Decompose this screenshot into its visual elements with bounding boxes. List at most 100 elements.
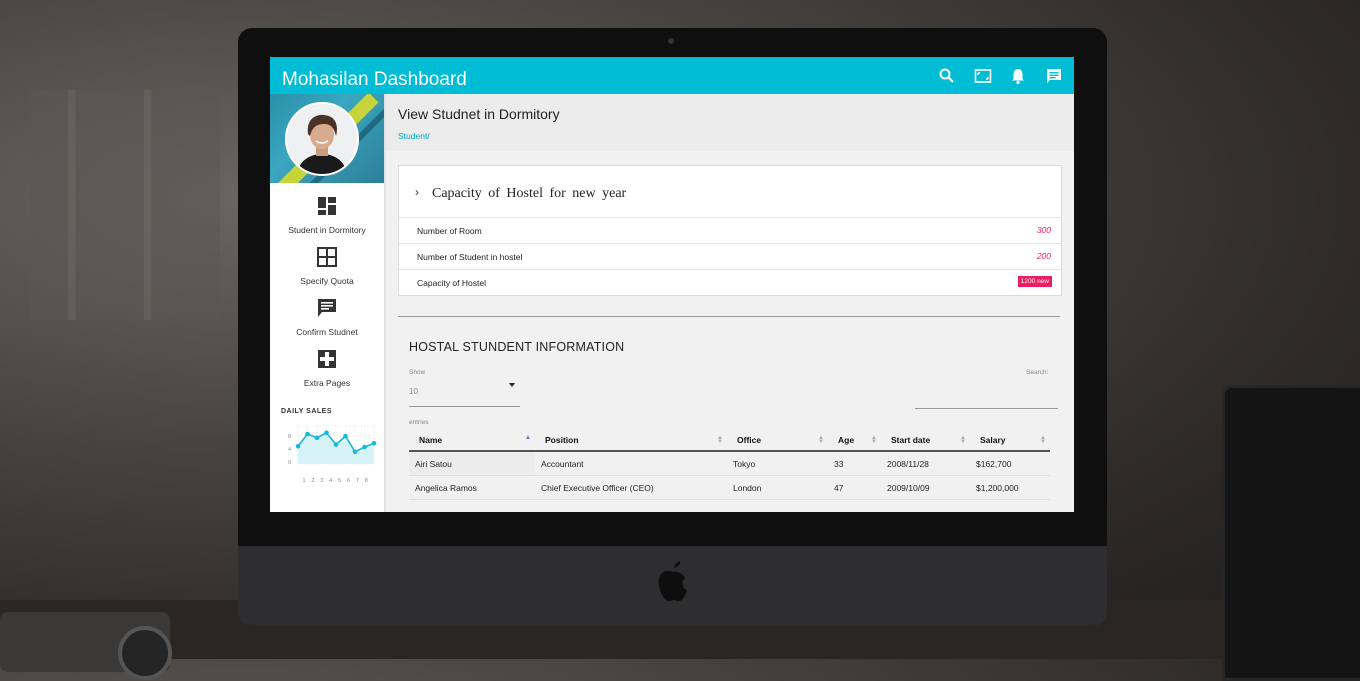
column-header-label: Position [545, 435, 579, 445]
sales-point [343, 433, 348, 439]
bell-icon[interactable] [1009, 67, 1027, 85]
sidebar-item-label: Confirm Studnet [296, 327, 358, 337]
column-header-start-date[interactable]: Start date ▲ ▼ [881, 430, 970, 452]
x-tick-label: 8 [365, 478, 368, 484]
column-header-salary[interactable]: Salary ▲ ▼ [970, 430, 1050, 452]
y-tick-label: 0 [288, 460, 291, 466]
daily-sales-title: DAILY SALES [281, 408, 333, 415]
sidebar-item-label: Specify Quota [300, 276, 354, 286]
sidebar-item-specify-quota[interactable]: Specify Quota [270, 246, 384, 286]
x-tick-label: 5 [338, 478, 341, 484]
column-header-label: Name [419, 435, 443, 445]
comment-icon [318, 299, 336, 317]
sales-point [371, 441, 377, 446]
status-badge: 1200 new [1017, 276, 1052, 287]
user-photo [287, 104, 357, 174]
sort-asc-icon: ▲ [525, 435, 531, 441]
column-header-label: Office [737, 435, 762, 445]
capacity-row: Number of Student in hostel 200 [399, 244, 1061, 270]
x-tick-label: 7 [356, 478, 359, 484]
page-header: View Studnet in Dormitory Student/ [386, 94, 1074, 151]
column-header-label: Age [838, 435, 855, 445]
message-icon[interactable] [1045, 67, 1063, 85]
sales-point [324, 430, 329, 436]
caret-down-icon [509, 383, 515, 387]
table-cell: 33 [828, 451, 881, 476]
main-content: View Studnet in Dormitory Student/ › Cap… [386, 94, 1074, 512]
column-header-name[interactable]: Name ▲ [409, 430, 535, 452]
sales-point [352, 449, 358, 455]
capacity-card: › Capacity of Hostel for new year Number… [398, 165, 1062, 296]
entries-select[interactable]: 10 [409, 379, 520, 407]
sidebar-item-label: Student in Dormitory [288, 225, 366, 235]
table-cell: 2008/11/28 [881, 451, 970, 476]
table-cell: 2009/10/09 [881, 475, 970, 500]
entries-label: entries [409, 419, 429, 426]
apple-logo-icon [658, 561, 687, 602]
entries-select-value: 10 [409, 387, 418, 396]
column-header-label: Salary [980, 435, 1006, 445]
search-icon[interactable] [938, 67, 956, 85]
daily-sales-chart: 8401 2 3 4 5 6 7 8 [288, 425, 377, 484]
column-header-position[interactable]: Position ▲ ▼ [535, 430, 727, 452]
background-window [30, 90, 220, 320]
table-cell: Tokyo [727, 451, 828, 476]
table-header-row: Name ▲ Position ▲ ▼ Office ▲ ▼ Age ▲ ▼ Start da… [409, 430, 1050, 452]
sales-point [362, 444, 367, 450]
capacity-row-value: 300 [1036, 225, 1051, 235]
capacity-row-value: 200 [1036, 251, 1051, 261]
show-entries-label: Show [409, 369, 426, 376]
top-app-bar: Mohasilan Dashboard [270, 57, 1074, 94]
capacity-card-title: Capacity of Hostel for new year [432, 186, 627, 201]
capacity-row: Number of Room 300 [399, 218, 1061, 244]
y-tick-label: 8 [288, 434, 291, 440]
table-row[interactable]: Angelica Ramos Chief Executive Officer (… [409, 475, 1050, 500]
sort-icon: ▲ ▼ [818, 435, 824, 445]
sidebar: Student in Dormitory Specify Quota Confi… [270, 94, 386, 512]
sidebar-item-confirm-studnet[interactable]: Confirm Studnet [270, 297, 384, 337]
search-input[interactable] [915, 394, 1058, 409]
dashboard-icon [318, 197, 336, 215]
dashboard-screen: Mohasilan Dashboard Student in Dormitory… [270, 57, 1074, 512]
capacity-card-header[interactable]: › Capacity of Hostel for new year [399, 166, 1061, 218]
breadcrumb[interactable]: Student/ [398, 131, 430, 141]
table-cell: London [727, 475, 828, 500]
background-laptop [1222, 385, 1360, 681]
sort-icon: ▲ ▼ [960, 435, 966, 445]
imac-webcam [668, 38, 674, 44]
students-table: Name ▲ Position ▲ ▼ Office ▲ ▼ Age ▲ ▼ Start da… [409, 430, 1050, 500]
sidebar-item-extra-pages[interactable]: Extra Pages [270, 348, 384, 388]
background-camera [0, 612, 172, 680]
sidebar-item-label: Extra Pages [303, 378, 351, 388]
avatar[interactable] [285, 102, 359, 176]
x-tick-label: 6 [347, 478, 350, 484]
capacity-row-label: Number of Room [417, 226, 482, 236]
x-tick-label: 3 [320, 478, 323, 484]
table-cell: Airi Satou [409, 451, 535, 476]
y-tick-label: 4 [288, 447, 291, 453]
column-header-age[interactable]: Age ▲ ▼ [828, 430, 881, 452]
column-header-label: Start date [891, 435, 931, 445]
table-cell: Accountant [535, 451, 727, 476]
fullscreen-icon[interactable] [974, 67, 992, 85]
table-cell: $162,700 [970, 451, 1050, 476]
x-tick-label: 4 [329, 478, 332, 484]
capacity-row: Capacity of Hostel 1200 new [399, 270, 1061, 295]
table-cell: Chief Executive Officer (CEO) [535, 475, 727, 500]
grid-icon [317, 247, 337, 267]
table-cell: 47 [828, 475, 881, 500]
x-tick-label: 2 [311, 478, 314, 484]
table-row[interactable]: Airi Satou Accountant Tokyo 33 2008/11/2… [409, 451, 1050, 476]
table-cell: $1,200,000 [970, 475, 1050, 500]
capacity-row-label: Capacity of Hostel [417, 278, 486, 288]
puzzle-icon [318, 350, 336, 368]
table-section-title: HOSTAL STUNDENT INFORMATION [409, 340, 625, 354]
sidebar-item-student-in-dormitory[interactable]: Student in Dormitory [270, 195, 384, 235]
profile-banner [270, 94, 384, 183]
app-title: Mohasilan Dashboard [282, 69, 467, 90]
page-title: View Studnet in Dormitory [398, 106, 560, 122]
sales-point [305, 431, 310, 437]
capacity-row-label: Number of Student in hostel [417, 252, 523, 262]
section-divider [398, 316, 1060, 317]
column-header-office[interactable]: Office ▲ ▼ [727, 430, 828, 452]
